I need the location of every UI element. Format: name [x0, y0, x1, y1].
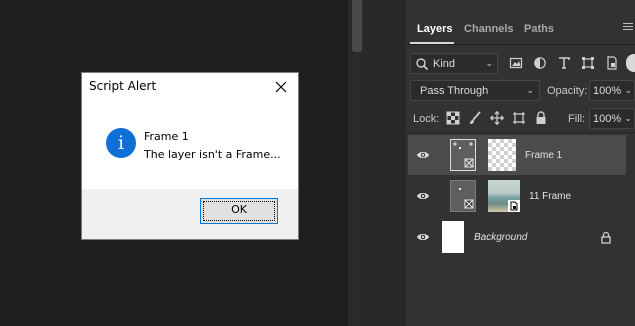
filter-toggle-switch[interactable]: [626, 54, 635, 72]
script-alert-dialog: Script Alert i Frame 1 The layer isn't a…: [81, 72, 299, 240]
type-layer-filter-icon[interactable]: [557, 56, 571, 70]
layer-content-thumbnail: [488, 139, 516, 171]
frame-thumbnail: [450, 139, 476, 171]
layer-row-background[interactable]: Background: [408, 217, 626, 257]
background-thumbnail: [442, 221, 464, 253]
layers-panel: Layers Channels Paths Kind ⌄ Pass Throug…: [406, 0, 635, 326]
lock-label: Lock:: [413, 113, 440, 125]
opacity-value: 100%: [593, 85, 622, 97]
layer-name[interactable]: 11 Frame: [529, 191, 571, 202]
layer-name[interactable]: Background: [474, 232, 527, 243]
dialog-message-body: The layer isn't a Frame...: [144, 148, 281, 161]
lock-artboard-icon[interactable]: [512, 111, 526, 125]
search-icon: [416, 58, 429, 71]
visibility-eye-icon[interactable]: [416, 231, 430, 243]
lock-transparent-pixels-icon[interactable]: [446, 111, 460, 125]
lock-image-pixels-icon[interactable]: [468, 111, 482, 125]
fill-value: 100%: [593, 113, 622, 125]
panel-menu-icon[interactable]: [623, 23, 633, 33]
frame-icon: [459, 188, 474, 209]
kind-filter-select[interactable]: Kind ⌄: [410, 53, 498, 74]
ok-button[interactable]: OK: [200, 198, 278, 224]
smart-object-badge-icon: [508, 200, 520, 212]
blend-mode-select[interactable]: Pass Through ⌄: [410, 80, 540, 101]
filter-row: Kind ⌄: [406, 51, 635, 75]
panel-tab-bar: Layers Channels Paths: [406, 14, 635, 45]
close-icon: [275, 81, 287, 93]
lock-row: Lock: Fill: 100% ⌄: [406, 107, 635, 131]
chevron-down-icon: ⌄: [526, 85, 534, 95]
pixel-layer-filter-icon[interactable]: [509, 56, 523, 70]
frame-icon: [453, 142, 474, 168]
visibility-eye-icon[interactable]: [416, 190, 430, 202]
fill-input[interactable]: 100% ⌄: [589, 108, 635, 129]
shape-layer-filter-icon[interactable]: [581, 56, 595, 70]
tab-channels[interactable]: Channels: [464, 14, 514, 44]
blend-mode-value: Pass Through: [420, 85, 489, 97]
panel-gutter: [366, 0, 406, 326]
lock-all-icon[interactable]: [534, 111, 548, 125]
chevron-down-icon: ⌄: [624, 113, 632, 123]
chevron-down-icon: ⌄: [624, 85, 632, 95]
smart-object-filter-icon[interactable]: [605, 56, 619, 70]
scrollbar-thumb[interactable]: [352, 0, 362, 52]
visibility-eye-icon[interactable]: [416, 149, 430, 161]
opacity-label: Opacity:: [547, 85, 588, 97]
chevron-down-icon: ⌄: [485, 58, 493, 68]
blend-row: Pass Through ⌄ Opacity: 100% ⌄: [406, 79, 635, 103]
canvas-vertical-scrollbar[interactable]: [348, 0, 366, 326]
kind-filter-label: Kind: [433, 58, 456, 70]
close-button[interactable]: [264, 73, 298, 101]
fill-label: Fill:: [568, 113, 586, 125]
frame-thumbnail: [450, 180, 476, 212]
dialog-message-title: Frame 1: [144, 130, 189, 143]
dialog-title: Script Alert: [89, 79, 157, 93]
tab-layers[interactable]: Layers: [410, 14, 454, 44]
layer-name[interactable]: Frame 1: [525, 150, 562, 161]
image-thumbnail: [488, 180, 520, 212]
tab-paths[interactable]: Paths: [524, 14, 554, 44]
divider: [406, 132, 635, 133]
adjustment-layer-filter-icon[interactable]: [533, 56, 547, 70]
info-icon: i: [106, 128, 136, 158]
layer-row-frame-1[interactable]: Frame 1: [408, 135, 626, 175]
dialog-footer: OK: [82, 189, 298, 239]
lock-position-icon[interactable]: [490, 111, 504, 125]
opacity-input[interactable]: 100% ⌄: [589, 80, 635, 101]
layer-row-11-frame[interactable]: 11 Frame: [408, 176, 626, 216]
lock-icon: [601, 231, 611, 244]
